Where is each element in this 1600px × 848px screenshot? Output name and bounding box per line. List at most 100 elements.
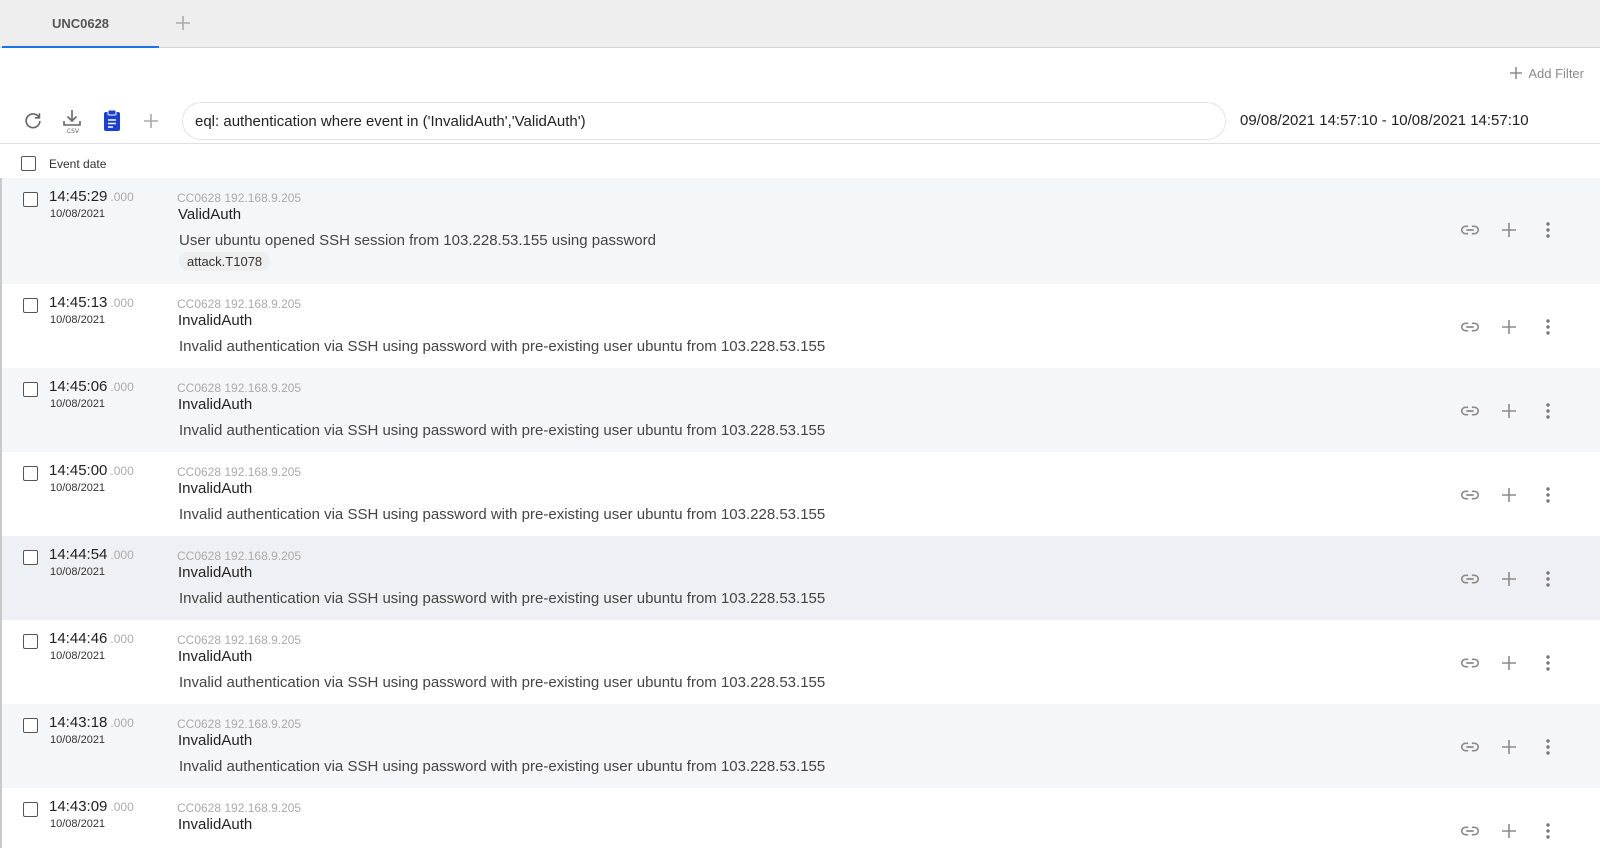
event-type: InvalidAuth xyxy=(178,732,253,749)
row-checkbox[interactable] xyxy=(23,634,38,649)
add-button[interactable] xyxy=(1497,399,1521,423)
attack-tag[interactable]: attack.T1078 xyxy=(179,252,271,271)
event-source: CC0628 192.168.9.205 xyxy=(177,191,302,205)
event-date: 10/08/2021 xyxy=(50,734,106,746)
link-button[interactable] xyxy=(1458,651,1482,675)
event-date: 10/08/2021 xyxy=(50,566,106,578)
link-button[interactable] xyxy=(1458,218,1482,242)
link-icon xyxy=(1460,574,1480,584)
add-button[interactable] xyxy=(1497,735,1521,759)
select-all-checkbox[interactable] xyxy=(21,156,36,171)
event-source: CC0628 192.168.9.205 xyxy=(177,633,302,647)
event-date-column-label: Event date xyxy=(49,157,107,171)
table-row[interactable]: 14:43:09.000 10/08/2021 CC0628 192.168.9… xyxy=(2,788,1600,848)
plus-icon xyxy=(1502,740,1516,754)
link-button[interactable] xyxy=(1458,819,1482,843)
more-button[interactable] xyxy=(1536,483,1560,507)
row-checkbox[interactable] xyxy=(23,802,38,817)
plus-icon xyxy=(1502,320,1516,334)
table-row[interactable]: 14:43:18.000 10/08/2021 CC0628 192.168.9… xyxy=(2,704,1600,788)
download-csv-button[interactable]: .CSV xyxy=(60,108,84,134)
event-ms: .000 xyxy=(110,296,134,310)
event-description: Invalid authentication via SSH using pas… xyxy=(179,674,826,691)
link-icon xyxy=(1460,322,1480,332)
table-row[interactable]: 14:44:54.000 10/08/2021 CC0628 192.168.9… xyxy=(2,536,1600,620)
table-row[interactable]: 14:45:00.000 10/08/2021 CC0628 192.168.9… xyxy=(2,452,1600,536)
add-tab-button[interactable] xyxy=(172,12,194,34)
add-button[interactable] xyxy=(1497,819,1521,843)
event-description: User ubuntu opened SSH session from 103.… xyxy=(179,232,656,249)
event-ms: .000 xyxy=(110,380,134,394)
event-description: Invalid authentication via SSH using pas… xyxy=(179,758,826,775)
event-time-value: 14:44:54 xyxy=(49,546,108,563)
event-time: 14:44:54.000 xyxy=(49,546,134,563)
event-type: InvalidAuth xyxy=(178,648,253,665)
link-icon xyxy=(1460,658,1480,668)
tab-unc0628[interactable]: UNC0628 xyxy=(2,0,159,48)
event-source: CC0628 192.168.9.205 xyxy=(177,297,302,311)
add-filter-button[interactable]: Add Filter xyxy=(1508,62,1584,84)
tab-bar: UNC0628 xyxy=(0,0,1600,48)
event-type: InvalidAuth xyxy=(178,816,253,833)
row-actions xyxy=(1450,218,1590,242)
refresh-button[interactable] xyxy=(21,108,45,134)
date-range-picker[interactable]: 09/08/2021 14:57:10 - 10/08/2021 14:57:1… xyxy=(1240,112,1529,129)
event-date: 10/08/2021 xyxy=(50,650,106,662)
more-vertical-icon xyxy=(1546,571,1550,587)
add-button[interactable] xyxy=(1497,567,1521,591)
event-time-value: 14:45:29 xyxy=(49,188,108,205)
link-button[interactable] xyxy=(1458,315,1482,339)
add-query-button[interactable] xyxy=(139,108,163,134)
link-button[interactable] xyxy=(1458,483,1482,507)
toolbar: .CSV eql: authentication where event in … xyxy=(0,100,1600,144)
link-button[interactable] xyxy=(1458,399,1482,423)
link-icon xyxy=(1460,490,1480,500)
add-button[interactable] xyxy=(1497,483,1521,507)
row-checkbox[interactable] xyxy=(23,718,38,733)
more-button[interactable] xyxy=(1536,735,1560,759)
row-actions xyxy=(1450,399,1590,423)
table-row[interactable]: 14:45:06.000 10/08/2021 CC0628 192.168.9… xyxy=(2,368,1600,452)
more-vertical-icon xyxy=(1546,739,1550,755)
row-checkbox[interactable] xyxy=(23,466,38,481)
event-ms: .000 xyxy=(110,548,134,562)
add-button[interactable] xyxy=(1497,218,1521,242)
link-button[interactable] xyxy=(1458,567,1482,591)
more-button[interactable] xyxy=(1536,567,1560,591)
more-button[interactable] xyxy=(1536,218,1560,242)
refresh-icon xyxy=(25,113,41,129)
plus-icon xyxy=(1502,572,1516,586)
more-button[interactable] xyxy=(1536,819,1560,843)
row-checkbox[interactable] xyxy=(23,550,38,565)
clipboard-button[interactable] xyxy=(100,108,124,134)
more-button[interactable] xyxy=(1536,399,1560,423)
link-button[interactable] xyxy=(1458,735,1482,759)
row-checkbox[interactable] xyxy=(23,298,38,313)
add-button[interactable] xyxy=(1497,651,1521,675)
event-time: 14:45:29.000 xyxy=(49,188,134,205)
add-button[interactable] xyxy=(1497,315,1521,339)
event-source: CC0628 192.168.9.205 xyxy=(177,801,302,815)
table-row[interactable]: 14:45:13.000 10/08/2021 CC0628 192.168.9… xyxy=(2,284,1600,368)
event-type: InvalidAuth xyxy=(178,312,253,329)
date-range-text: 09/08/2021 14:57:10 - 10/08/2021 14:57:1… xyxy=(1240,112,1529,129)
plus-icon xyxy=(176,16,190,30)
more-button[interactable] xyxy=(1536,651,1560,675)
row-checkbox[interactable] xyxy=(23,192,38,207)
row-checkbox[interactable] xyxy=(23,382,38,397)
event-time: 14:44:46.000 xyxy=(49,630,134,647)
row-actions xyxy=(1450,315,1590,339)
event-time-value: 14:44:46 xyxy=(49,630,108,647)
query-text: eql: authentication where event in ('Inv… xyxy=(195,112,586,130)
more-vertical-icon xyxy=(1546,487,1550,503)
plus-icon xyxy=(1502,656,1516,670)
query-input[interactable]: eql: authentication where event in ('Inv… xyxy=(182,102,1226,140)
event-source: CC0628 192.168.9.205 xyxy=(177,465,302,479)
table-row[interactable]: 14:44:46.000 10/08/2021 CC0628 192.168.9… xyxy=(2,620,1600,704)
table-row[interactable]: 14:45:29.000 10/08/2021 CC0628 192.168.9… xyxy=(2,178,1600,284)
event-ms: .000 xyxy=(110,632,134,646)
list-header: Event date xyxy=(0,148,1600,178)
event-type: InvalidAuth xyxy=(178,564,253,581)
more-button[interactable] xyxy=(1536,315,1560,339)
event-type: InvalidAuth xyxy=(178,396,253,413)
